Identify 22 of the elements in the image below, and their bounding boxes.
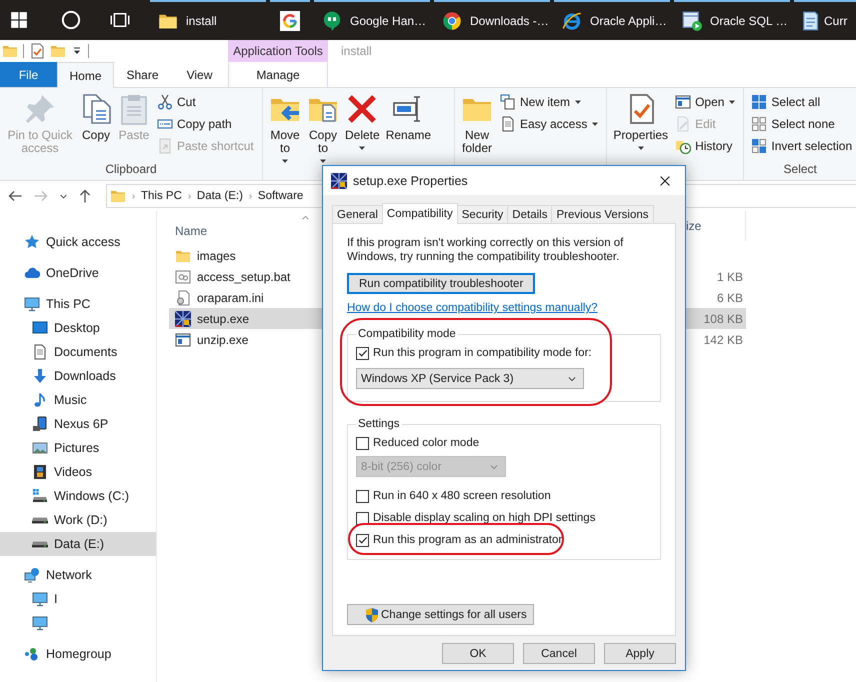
file-name: images bbox=[197, 248, 236, 262]
group-label: Select bbox=[784, 161, 817, 178]
group-label: Clipboard bbox=[105, 161, 157, 178]
file-size: 142 KB bbox=[704, 332, 743, 346]
checkbox-label: Run this program as an administrator bbox=[373, 534, 562, 546]
dialog-title: setup.exe Properties bbox=[353, 174, 469, 188]
file-size: 108 KB bbox=[704, 312, 743, 326]
group-title: Settings bbox=[357, 418, 401, 430]
file-name: unzip.exe bbox=[197, 332, 248, 346]
file-name: setup.exe bbox=[197, 312, 250, 326]
context-tab-header: Application Tools bbox=[228, 40, 328, 62]
description-text: If this program isn't working correctly on this version of Windows, try running the compatibility troubleshooter. bbox=[347, 236, 624, 264]
file-size: 6 KB bbox=[716, 290, 743, 304]
window-title: install bbox=[340, 43, 372, 60]
checkbox-label: Run this program in compatibility mode for: bbox=[373, 347, 592, 359]
group-title: Compatibility mode bbox=[357, 328, 457, 340]
checkbox-label: Reduced color mode bbox=[373, 437, 480, 449]
checkbox-label: Disable display scaling on high DPI settings bbox=[373, 512, 596, 524]
checkbox-label: Run in 640 x 480 screen resolution bbox=[373, 490, 551, 502]
file-name: access_setup.bat bbox=[197, 270, 290, 284]
file-name: oraparam.ini bbox=[197, 290, 264, 304]
file-size: 1 KB bbox=[716, 270, 743, 284]
